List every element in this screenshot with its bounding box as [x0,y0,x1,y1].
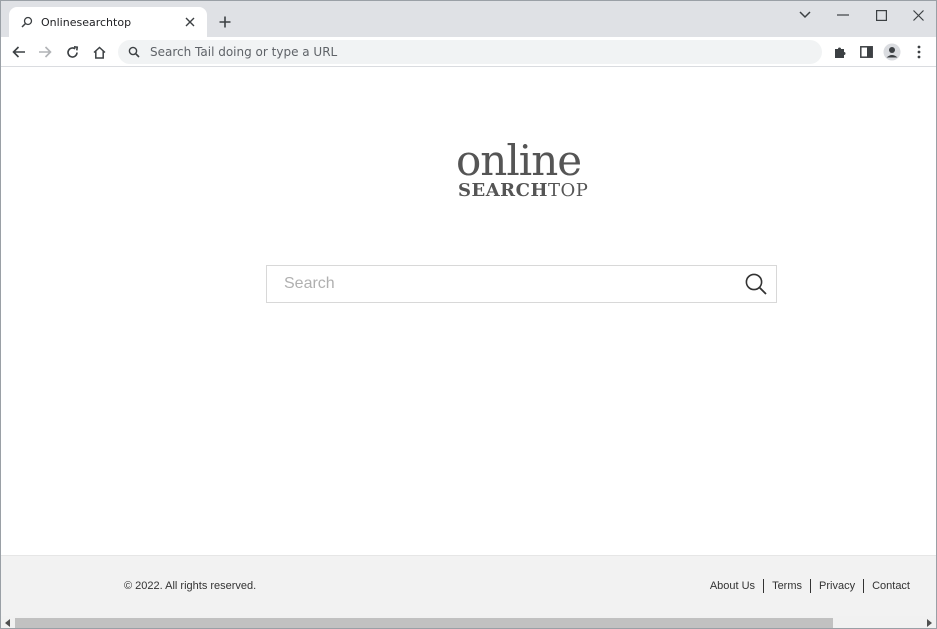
page-footer: © 2022. All rights reserved. About Us Te… [1,555,936,616]
tab-search-button[interactable] [786,3,824,27]
kebab-menu-icon [917,45,921,59]
browser-window: Onlinesearchtop Search Tail doing or typ… [0,0,937,629]
back-button[interactable] [7,40,31,64]
minimize-icon [837,14,849,16]
side-panel-button[interactable] [854,40,878,64]
address-bar-placeholder: Search Tail doing or type a URL [150,45,338,59]
search-icon [19,14,35,30]
logo-wordmark-bold: SEARCH [458,180,548,201]
footer-link-privacy[interactable]: Privacy [811,580,863,592]
page-content: online SEARCHTOP [1,68,936,555]
search-icon [126,44,142,60]
footer-link-contact[interactable]: Contact [864,580,918,592]
tab-onlinesearchtop[interactable]: Onlinesearchtop [9,7,207,37]
reload-button[interactable] [60,40,84,64]
horizontal-scrollbar[interactable] [1,616,936,628]
tab-title: Onlinesearchtop [41,15,132,29]
profile-button[interactable] [880,40,904,64]
chevron-down-icon [799,11,811,19]
scrollbar-thumb[interactable] [15,618,833,628]
new-tab-button[interactable] [215,12,235,32]
copyright-text: © 2022. All rights reserved. [124,580,257,592]
close-window-button[interactable] [899,3,936,27]
puzzle-icon [835,47,846,58]
scroll-right-icon[interactable] [924,618,934,628]
address-bar[interactable]: Search Tail doing or type a URL [118,40,822,64]
extensions-button[interactable] [828,40,852,64]
menu-button[interactable] [907,40,931,64]
side-panel-icon [859,46,873,58]
back-arrow-icon [12,46,25,58]
home-button[interactable] [87,40,111,64]
logo-wordmark-light: TOP [547,180,589,201]
search-button[interactable] [736,266,776,302]
site-logo[interactable]: online SEARCHTOP [456,140,591,200]
footer-link-about[interactable]: About Us [702,580,763,592]
footer-link-terms[interactable]: Terms [764,580,810,592]
scroll-left-icon[interactable] [3,618,13,628]
profile-icon [883,43,901,61]
minimize-button[interactable] [824,3,862,27]
browser-toolbar: Search Tail doing or type a URL [1,37,936,67]
close-icon[interactable] [181,13,199,31]
logo-wordmark-top: online [456,136,582,185]
search-form [266,265,777,303]
logo-wordmark-bottom: SEARCHTOP [456,182,591,200]
tab-strip: Onlinesearchtop [1,1,936,37]
maximize-button[interactable] [862,3,900,27]
home-icon [92,45,106,59]
search-input[interactable] [284,275,736,293]
forward-button[interactable] [33,40,57,64]
forward-arrow-icon [39,46,52,58]
reload-icon [66,45,78,58]
plus-icon [219,16,231,28]
magnifier-icon [745,273,767,295]
maximize-icon [875,9,887,21]
footer-links: About Us Terms Privacy Contact [702,579,918,593]
close-icon [912,9,924,21]
